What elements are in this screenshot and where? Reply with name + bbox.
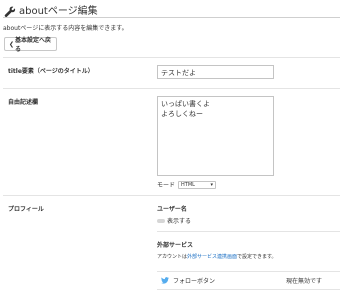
mode-label: モード xyxy=(157,182,176,189)
external-services-description: アカウントは外部サービス連携画面で設定できます。 xyxy=(157,253,277,260)
wrench-icon xyxy=(4,3,16,18)
profile-sub-divider xyxy=(157,231,340,232)
page-header: aboutページ編集 xyxy=(4,0,98,18)
section-divider xyxy=(3,195,340,196)
back-button-label: 基本設定へ戻る xyxy=(15,37,52,53)
follow-button-status: 現在無効です xyxy=(285,278,322,285)
header-divider xyxy=(3,17,340,18)
profile-label: プロフィール xyxy=(8,206,44,213)
mode-value: HTML xyxy=(181,181,195,188)
section-divider xyxy=(3,57,340,58)
twitter-icon xyxy=(161,277,169,284)
page-description: aboutページに表示する内容を編集できます。 xyxy=(3,25,128,32)
dropdown-arrow-icon: ▾ xyxy=(210,181,214,188)
title-field-label: title要素（ページのタイトル） xyxy=(8,68,94,75)
external-service-link[interactable]: 外部サービス連携画面 xyxy=(187,254,237,260)
external-desc-suffix: で設定できます。 xyxy=(237,254,277,260)
external-services-heading: 外部サービス xyxy=(157,242,194,249)
username-heading: ユーザー名 xyxy=(157,206,187,213)
back-to-basic-settings-button[interactable]: ❮ 基本設定へ戻る xyxy=(4,37,57,53)
mode-row: モード HTML ▾ xyxy=(157,180,217,189)
follow-button-label: フォローボタン xyxy=(173,278,216,285)
page-title: aboutページ編集 xyxy=(19,5,98,17)
mode-select[interactable]: HTML ▾ xyxy=(178,180,217,189)
show-username-toggle[interactable] xyxy=(157,218,165,223)
section-divider xyxy=(3,88,340,89)
title-input[interactable]: テストだよ xyxy=(157,65,274,79)
show-username-toggle-row[interactable]: 表示する xyxy=(157,216,191,225)
follow-button-row: フォローボタン 現在無効です xyxy=(157,271,340,290)
chevron-left-icon: ❮ xyxy=(9,40,15,48)
external-desc-prefix: アカウントは xyxy=(157,254,188,260)
show-username-label: 表示する xyxy=(167,218,192,225)
free-text-area[interactable]: いっぱい書くよ よろしくねー xyxy=(157,96,274,176)
free-text-label: 自由記述欄 xyxy=(8,99,39,106)
